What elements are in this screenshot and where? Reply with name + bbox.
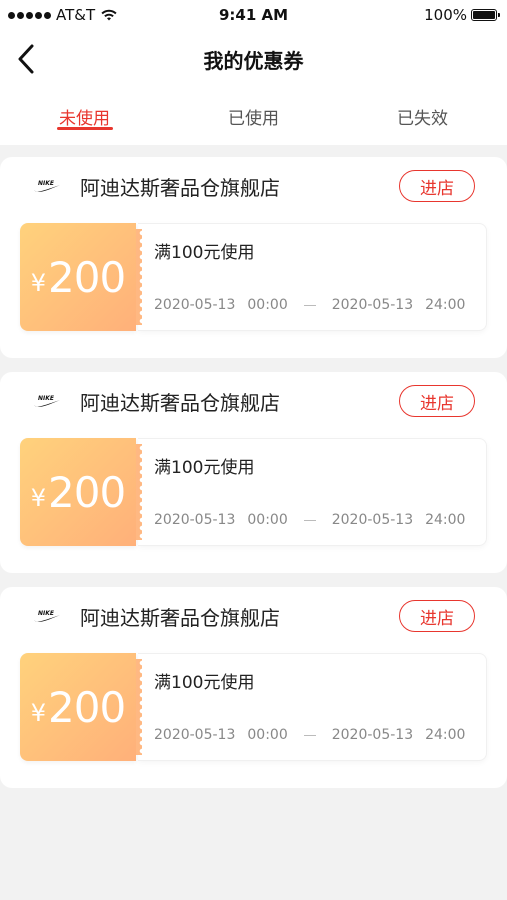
svg-text:NIKE: NIKE <box>38 610 55 617</box>
carrier-label: AT&T <box>56 6 96 24</box>
coupon-list: NIKE 阿迪达斯奢品仓旗舰店 进店 ¥ 200 满100元使用 2020-05… <box>0 145 507 788</box>
coupon-amount: 200 <box>48 682 126 732</box>
coupon-validity: 2020-05-13 00:00 2020-05-13 24:00 <box>154 727 486 743</box>
start-date: 2020-05-13 <box>154 512 236 528</box>
tab-label: 已失效 <box>397 109 448 129</box>
date-separator <box>303 734 316 736</box>
card-header: NIKE 阿迪达斯奢品仓旗舰店 进店 <box>20 384 487 418</box>
nike-swoosh-icon: NIKE <box>30 599 64 633</box>
end-time: 24:00 <box>425 512 466 528</box>
end-date: 2020-05-13 <box>331 297 414 313</box>
coupon-validity: 2020-05-13 00:00 2020-05-13 24:00 <box>154 297 486 313</box>
coupon-card: NIKE 阿迪达斯奢品仓旗舰店 进店 ¥ 200 满100元使用 2020-05… <box>0 372 507 573</box>
status-right: 100% <box>424 6 500 24</box>
status-bar: AT&T 9:41 AM 100% <box>0 0 507 30</box>
end-time: 24:00 <box>425 297 466 313</box>
battery-fill <box>473 11 495 19</box>
start-time: 00:00 <box>247 512 288 528</box>
signal-icon <box>8 11 51 19</box>
back-button[interactable] <box>10 43 42 75</box>
start-date: 2020-05-13 <box>154 727 236 743</box>
svg-text:NIKE: NIKE <box>38 395 55 402</box>
coupon-condition: 满100元使用 <box>154 458 255 478</box>
start-time: 00:00 <box>247 297 288 313</box>
battery-label: 100% <box>424 6 467 24</box>
battery-icon <box>471 9 500 21</box>
shop-name: 阿迪达斯奢品仓旗舰店 <box>80 390 280 415</box>
tab-expired[interactable]: 已失效 <box>338 88 507 145</box>
tab-label: 未使用 <box>59 109 110 129</box>
tab-unused[interactable]: 未使用 <box>0 88 169 145</box>
coupon-value: ¥ 200 <box>20 438 142 546</box>
coupon-ticket[interactable]: ¥ 200 满100元使用 2020-05-13 00:00 2020-05-1… <box>20 653 487 761</box>
nike-swoosh-icon: NIKE <box>30 384 64 418</box>
coupon-condition: 满100元使用 <box>154 673 255 693</box>
coupon-tabs: 未使用 已使用 已失效 <box>0 88 507 145</box>
enter-shop-button[interactable]: 进店 <box>399 385 475 417</box>
page-title: 我的优惠券 <box>203 48 304 73</box>
coupon-ticket[interactable]: ¥ 200 满100元使用 2020-05-13 00:00 2020-05-1… <box>20 438 487 546</box>
coupon-details: 满100元使用 2020-05-13 00:00 2020-05-13 24:0… <box>138 438 487 546</box>
coupon-validity: 2020-05-13 00:00 2020-05-13 24:00 <box>154 512 486 528</box>
coupon-ticket[interactable]: ¥ 200 满100元使用 2020-05-13 00:00 2020-05-1… <box>20 223 487 331</box>
shop-name: 阿迪达斯奢品仓旗舰店 <box>80 175 280 200</box>
tab-active-indicator <box>56 127 113 130</box>
coupon-amount: 200 <box>48 467 126 517</box>
coupon-value: ¥ 200 <box>20 223 142 331</box>
currency-symbol: ¥ <box>30 699 47 727</box>
coupon-value: ¥ 200 <box>20 653 142 761</box>
nike-swoosh-icon: NIKE <box>30 169 64 203</box>
chevron-left-icon <box>18 44 34 74</box>
coupon-card: NIKE 阿迪达斯奢品仓旗舰店 进店 ¥ 200 满100元使用 2020-05… <box>0 157 507 358</box>
end-time: 24:00 <box>425 727 466 743</box>
end-date: 2020-05-13 <box>331 512 414 528</box>
coupon-card: NIKE 阿迪达斯奢品仓旗舰店 进店 ¥ 200 满100元使用 2020-05… <box>0 587 507 788</box>
svg-text:NIKE: NIKE <box>38 180 55 187</box>
tab-used[interactable]: 已使用 <box>169 88 338 145</box>
start-date: 2020-05-13 <box>154 297 236 313</box>
wifi-icon <box>101 9 117 21</box>
card-header: NIKE 阿迪达斯奢品仓旗舰店 进店 <box>20 599 487 633</box>
date-separator <box>303 304 316 306</box>
coupon-details: 满100元使用 2020-05-13 00:00 2020-05-13 24:0… <box>138 653 487 761</box>
card-header: NIKE 阿迪达斯奢品仓旗舰店 进店 <box>20 169 487 203</box>
currency-symbol: ¥ <box>30 269 47 297</box>
nav-bar: 我的优惠券 <box>0 30 507 88</box>
coupon-condition: 满100元使用 <box>154 243 255 263</box>
status-left: AT&T <box>8 6 118 24</box>
end-date: 2020-05-13 <box>331 727 414 743</box>
coupon-amount: 200 <box>48 252 126 302</box>
enter-shop-button[interactable]: 进店 <box>399 600 475 632</box>
currency-symbol: ¥ <box>30 484 47 512</box>
date-separator <box>303 519 316 521</box>
tab-label: 已使用 <box>228 109 279 129</box>
shop-name: 阿迪达斯奢品仓旗舰店 <box>80 605 280 630</box>
start-time: 00:00 <box>247 727 288 743</box>
coupon-details: 满100元使用 2020-05-13 00:00 2020-05-13 24:0… <box>138 223 487 331</box>
enter-shop-button[interactable]: 进店 <box>399 170 475 202</box>
